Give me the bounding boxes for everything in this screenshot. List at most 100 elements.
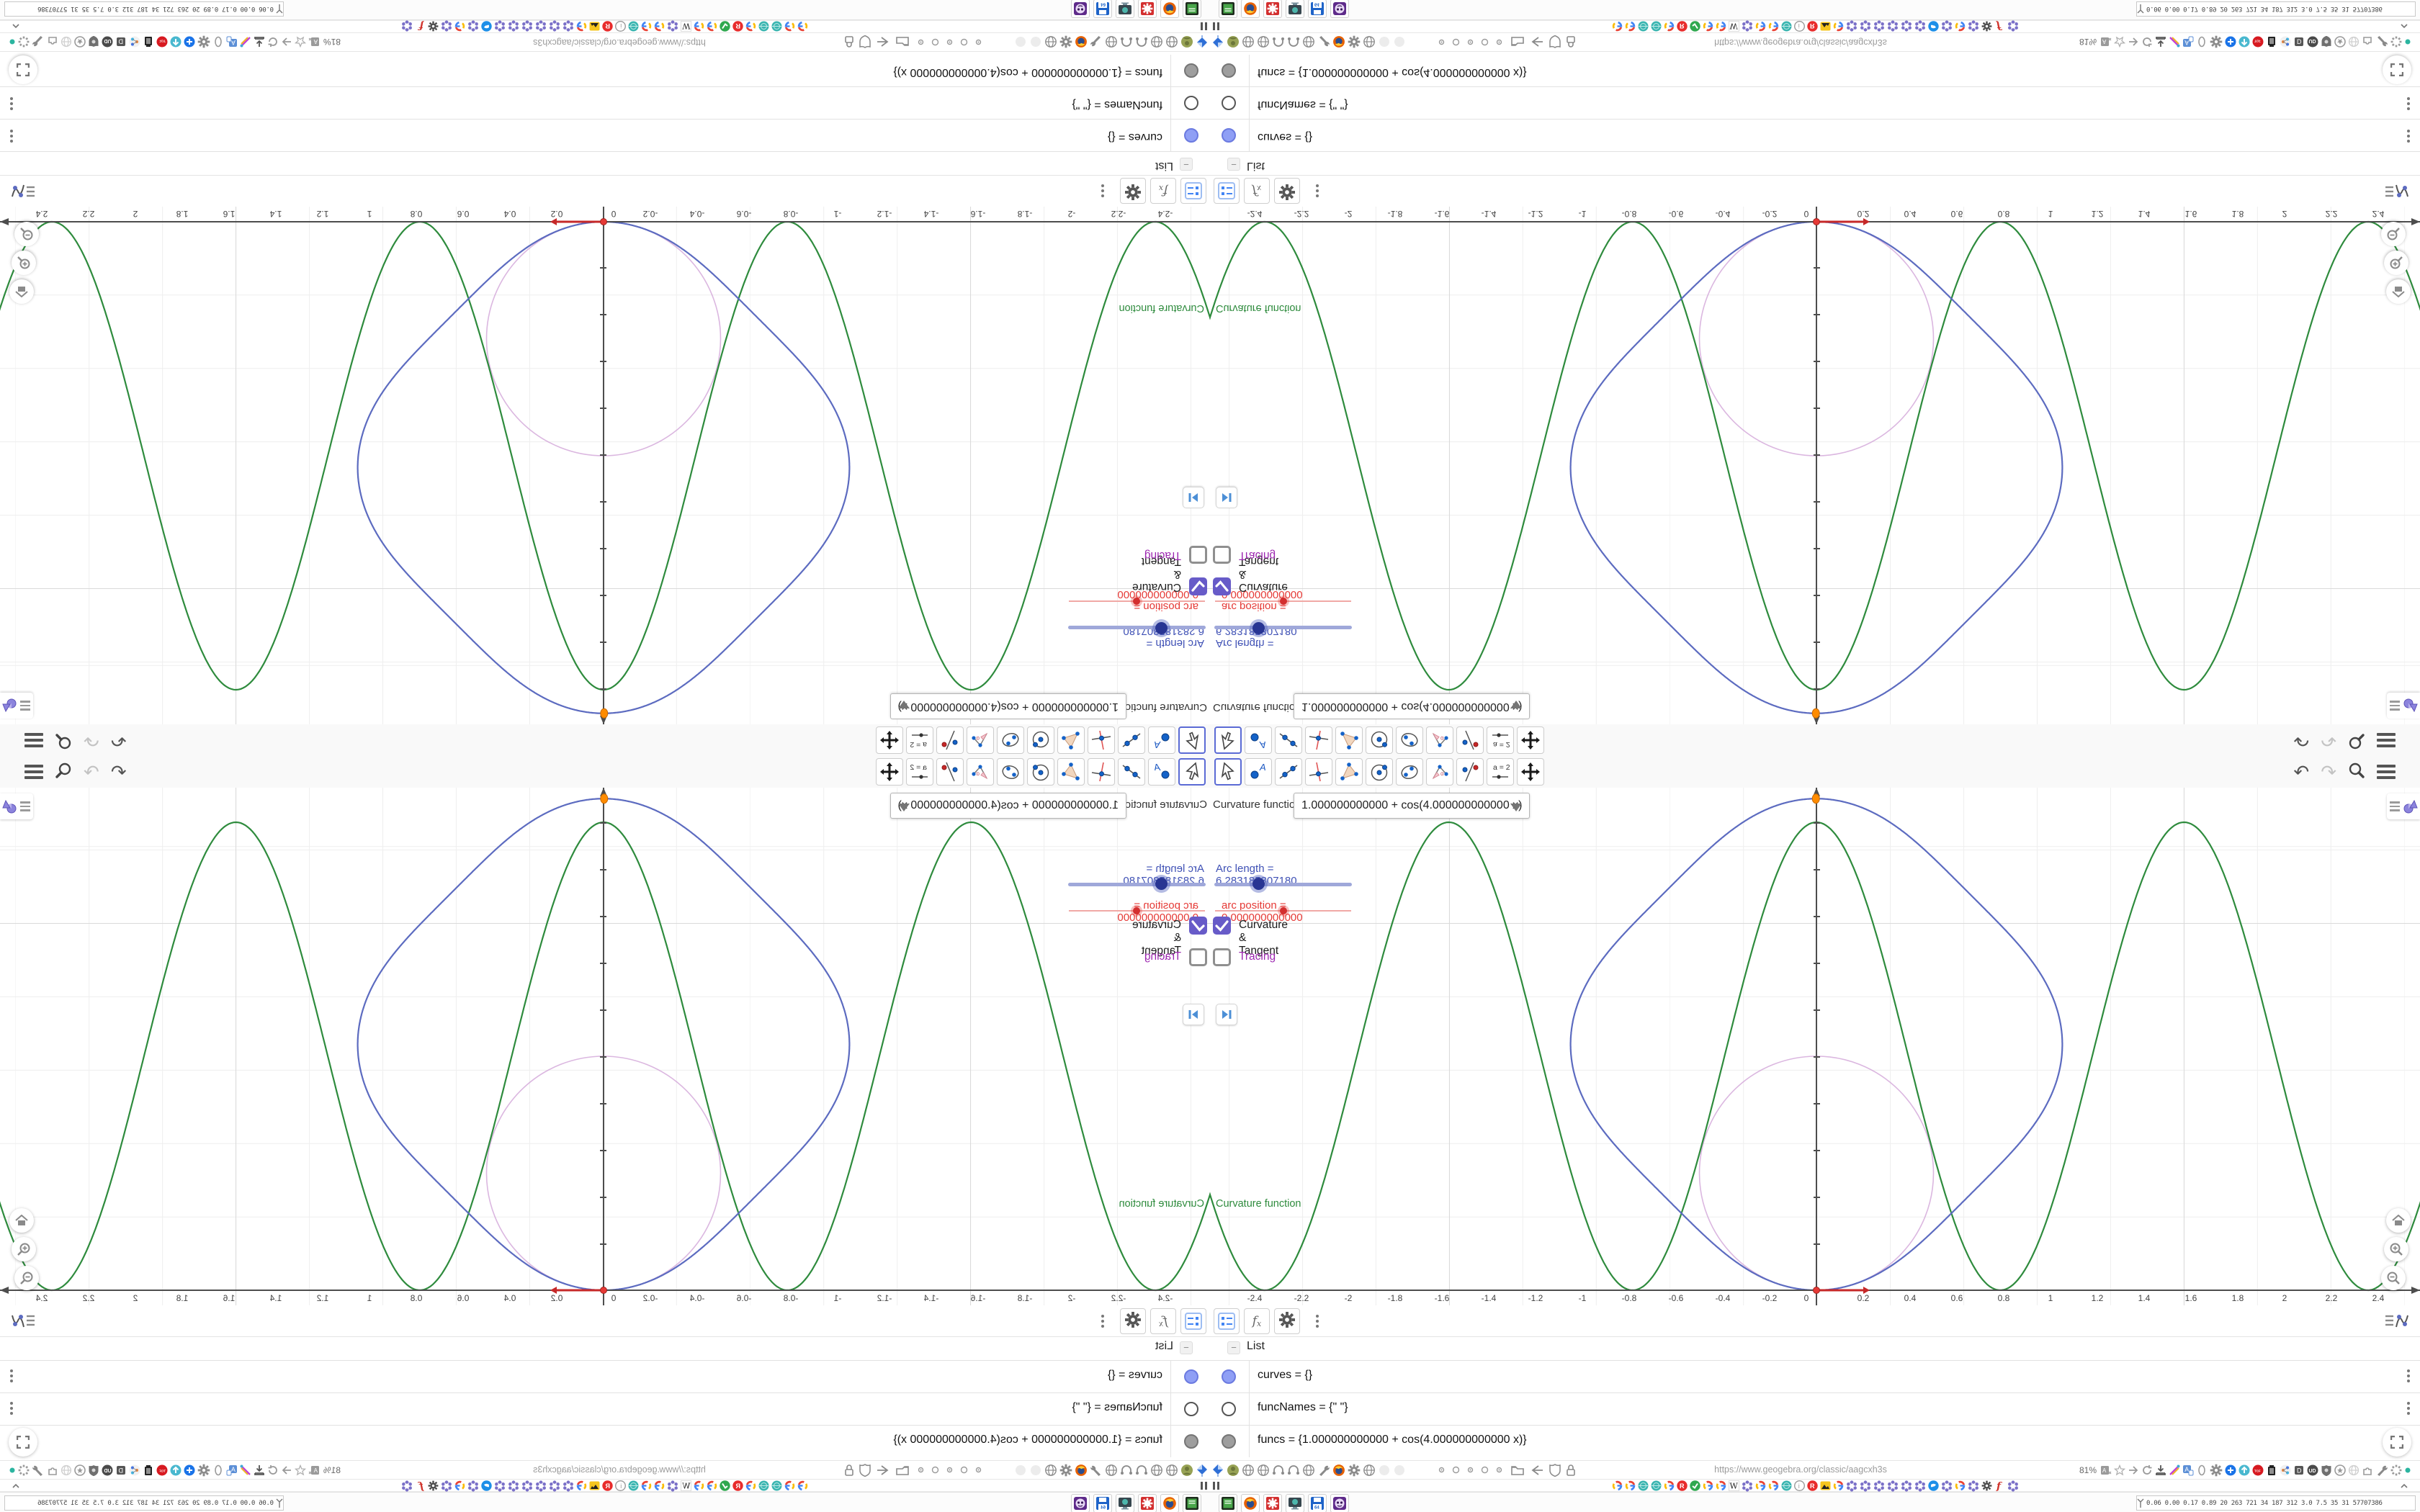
gear-icon[interactable] (197, 36, 210, 49)
tool-angle[interactable]: α (967, 726, 994, 754)
redo-icon[interactable]: ↷ (84, 761, 99, 783)
tab-favicon-green[interactable] (720, 1480, 731, 1491)
plus-icon[interactable] (2225, 1464, 2236, 1476)
star-icon[interactable] (295, 37, 306, 48)
algebra-style-icon[interactable] (2384, 1308, 2410, 1334)
reload-icon[interactable] (267, 1464, 279, 1476)
row-more-options-icon[interactable] (10, 130, 13, 143)
tab-favicon-gear[interactable] (1981, 21, 1992, 32)
brush-icon[interactable] (240, 1464, 251, 1476)
tab-favicon-ggb[interactable] (563, 20, 575, 32)
tab-favicon-ggb[interactable] (508, 1480, 520, 1492)
tab-favicon-yandex[interactable]: R (1806, 1480, 1818, 1491)
row-more-options-icon[interactable] (2407, 1369, 2410, 1382)
badge-icon[interactable] (74, 1464, 86, 1476)
tool-ellipse[interactable] (997, 726, 1024, 754)
globe-faded-icon[interactable] (2348, 1464, 2360, 1476)
row-more-options-icon[interactable] (10, 1402, 13, 1415)
curvature-tangent-checkbox[interactable] (1189, 577, 1207, 595)
taskbar-app-redgear[interactable] (1263, 0, 1282, 18)
headset-icon[interactable] (1287, 36, 1300, 49)
tab-favicon-google[interactable] (785, 1480, 796, 1491)
curvature-function-input[interactable]: 1.000000000000 + cos(4.000000000000 x) (890, 793, 1126, 819)
tool-reflect-about-line[interactable] (1456, 758, 1484, 786)
record-icon[interactable]: TCF (156, 37, 168, 48)
tab-favicon-google[interactable] (577, 21, 588, 32)
zoom-level[interactable]: 81% (323, 1465, 341, 1475)
gear-icon[interactable] (2210, 36, 2223, 49)
tab-favicon-fred[interactable]: f (416, 1480, 426, 1492)
tab-favicon-google[interactable] (1625, 1480, 1636, 1491)
dbox-icon[interactable]: D (115, 37, 127, 48)
globe-icon[interactable] (1165, 36, 1178, 49)
tab-favicon-ggb[interactable] (468, 1480, 480, 1492)
shield-dark-icon[interactable] (2321, 1464, 2332, 1476)
tool-circle-center-point[interactable] (1027, 726, 1054, 754)
algebra-row-curves[interactable]: curves = {} (1210, 120, 2420, 152)
algebra-style-icon[interactable] (10, 1308, 36, 1334)
globe-icon[interactable] (1363, 36, 1376, 49)
tab-favicon-google[interactable] (455, 21, 466, 32)
more-options-icon[interactable] (1304, 178, 1330, 204)
small-dot-icon[interactable] (1481, 1466, 1489, 1474)
visibility-dot[interactable] (1184, 128, 1198, 143)
tab-favicon-ggb[interactable] (1846, 1480, 1857, 1492)
zoom-level[interactable]: 81% (2079, 1465, 2097, 1475)
globe-icon[interactable] (1105, 1464, 1118, 1477)
list-header[interactable]: − List (1210, 1336, 2420, 1360)
home-button[interactable] (2386, 1208, 2411, 1233)
forward-icon[interactable] (281, 1464, 292, 1476)
tab-favicon-chat[interactable] (481, 1480, 493, 1491)
tab-favicon-ggb[interactable] (495, 20, 506, 32)
wrench-icon[interactable] (32, 1464, 45, 1477)
tab-favicon-google[interactable] (746, 21, 757, 32)
redo-icon[interactable]: ↷ (2321, 729, 2336, 751)
star-icon[interactable] (2114, 37, 2125, 48)
tab-favicon-ggb[interactable] (1914, 1480, 1926, 1492)
globe-icon[interactable] (1150, 36, 1163, 49)
tab-favicon-ggb[interactable] (550, 1480, 561, 1492)
arc-position-slider-handle[interactable] (1133, 598, 1140, 605)
tab-favicon-sphere[interactable] (629, 1480, 640, 1491)
share-icon[interactable] (129, 1464, 140, 1476)
tab-favicon-gear[interactable] (1981, 1480, 1992, 1491)
gear-o-icon[interactable] (18, 1464, 30, 1476)
more-options-icon[interactable] (1090, 178, 1116, 204)
taskbar-app-firefox[interactable] (1241, 0, 1260, 18)
ud-icon[interactable]: UD (2307, 37, 2318, 48)
tracing-checkbox[interactable] (1213, 546, 1231, 564)
upload-icon[interactable] (170, 37, 182, 48)
collapse-icon[interactable]: − (1180, 158, 1193, 171)
zoom-in-button[interactable] (2384, 251, 2408, 275)
gear-icon[interactable] (1274, 1308, 1300, 1334)
back-icon[interactable] (1530, 1464, 1544, 1477)
tab-favicon-google[interactable] (577, 1480, 588, 1491)
small-dot-icon[interactable] (1481, 38, 1489, 46)
algebra-row-funcs[interactable]: funcs = {1.000000000000 + cos(4.00000000… (0, 1425, 1210, 1457)
arc-length-slider-handle[interactable] (1155, 622, 1168, 634)
visibility-dot[interactable] (1184, 1434, 1198, 1449)
search-icon[interactable] (2348, 762, 2365, 783)
tab-favicon-google[interactable] (694, 1480, 705, 1491)
arc-position-slider-handle[interactable] (1280, 598, 1287, 605)
download-icon[interactable] (2155, 1464, 2166, 1476)
arc-position-slider-handle[interactable] (1133, 907, 1140, 914)
fullscreen-button[interactable] (9, 55, 37, 84)
brush-icon[interactable] (2169, 1464, 2180, 1476)
arc-length-slider[interactable] (1068, 626, 1206, 629)
tool-line[interactable] (1118, 726, 1145, 754)
curvature-tangent-checkbox[interactable] (1189, 917, 1207, 935)
small-dot-icon[interactable] (960, 1466, 968, 1474)
tab-favicon-google[interactable] (1716, 21, 1726, 32)
tab-favicon-yandex[interactable]: R (602, 1480, 614, 1491)
translate-icon[interactable]: A (226, 1464, 238, 1476)
small-dot-icon[interactable] (918, 39, 924, 45)
oval-icon[interactable] (212, 37, 224, 48)
tab-favicon-google[interactable] (455, 1480, 466, 1491)
wrench-icon[interactable] (1090, 36, 1103, 49)
visibility-dot[interactable] (1222, 128, 1236, 143)
globe-icon[interactable] (1044, 36, 1057, 49)
puzzle-icon[interactable] (47, 1464, 58, 1476)
taskbar-app-monitor[interactable] (1116, 0, 1134, 18)
tab-favicon-ggb[interactable] (1887, 1480, 1899, 1492)
